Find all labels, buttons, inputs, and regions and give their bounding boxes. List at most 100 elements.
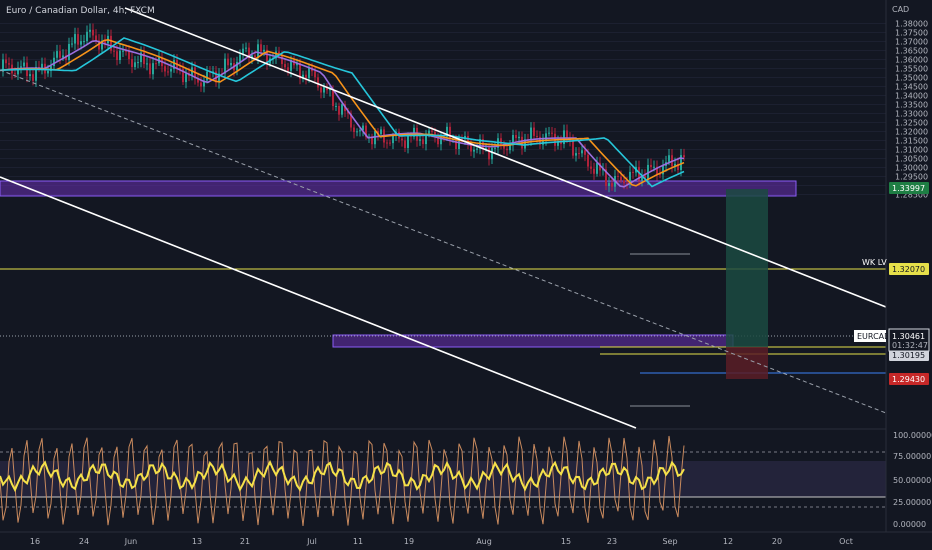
candle-body	[308, 67, 310, 79]
candle-body	[71, 43, 73, 45]
time-tick-label: 13	[192, 537, 202, 546]
candle-body	[401, 138, 403, 141]
candle-body	[503, 145, 505, 149]
candle-body	[518, 136, 520, 139]
candle-body	[32, 74, 34, 81]
candle-body	[113, 50, 115, 52]
stop-loss-zone	[726, 347, 768, 379]
level-mid-label: 1.30195	[892, 351, 925, 360]
price-axis[interactable]: 1.380001.375001.370001.365001.360001.355…	[895, 20, 928, 200]
candle-body	[47, 70, 49, 74]
countdown-label: 01:32:47	[892, 341, 928, 350]
candle-body	[359, 130, 361, 132]
time-tick-label: 19	[404, 537, 414, 546]
candle-body	[392, 135, 394, 144]
candle-body	[338, 105, 340, 115]
candle-body	[2, 59, 4, 71]
candle-body	[428, 130, 430, 134]
candle-body	[431, 130, 433, 132]
candle-body	[53, 57, 55, 67]
oscillator-tick-label: 100.00000	[893, 431, 932, 440]
candle-body	[263, 49, 265, 52]
candle-body	[476, 148, 478, 150]
level-top-label: 1.33997	[892, 184, 925, 193]
upper-supply-zone	[0, 180, 797, 197]
time-tick-label: 16	[30, 537, 40, 546]
candle-body	[68, 43, 70, 61]
candle-body	[566, 130, 568, 139]
candle-body	[206, 71, 208, 81]
lower-demand-zone	[332, 334, 734, 348]
candle-body	[59, 51, 61, 58]
candle-body	[134, 62, 136, 68]
oscillator-tick-label: 50.00000	[893, 476, 931, 485]
candle-body	[230, 62, 232, 66]
time-tick-label: Oct	[839, 537, 853, 546]
oscillator-tick-label: 75.00000	[893, 452, 931, 461]
time-tick-label: Jul	[306, 537, 317, 546]
candle-body	[611, 183, 613, 187]
candle-body	[617, 175, 619, 177]
time-tick-label: 15	[561, 537, 571, 546]
candle-body	[380, 129, 382, 135]
candle-body	[506, 148, 508, 151]
candle-body	[581, 150, 583, 154]
candle-body	[260, 44, 262, 52]
candle-body	[167, 71, 169, 73]
candle-body	[491, 148, 493, 160]
candle-body	[239, 54, 241, 62]
candle-body	[254, 55, 256, 58]
price-tick-label: 1.29500	[895, 173, 928, 182]
candle-body	[257, 44, 259, 58]
candle-body	[536, 135, 538, 137]
candle-body	[317, 77, 319, 88]
candle-body	[473, 149, 475, 152]
price-tick-label: 1.32500	[895, 119, 928, 128]
candle-body	[596, 162, 598, 174]
last-price-label: 1.30461	[892, 332, 925, 341]
price-tick-label: 1.30500	[895, 155, 928, 164]
candle-body	[422, 139, 424, 145]
candle-body	[653, 166, 655, 168]
time-tick-label: 20	[772, 537, 782, 546]
symbol-tag: EURCAD	[857, 332, 890, 341]
wk-lv-price-label: 1.32070	[892, 265, 925, 274]
chart-canvas[interactable]: Euro / Canadian Dollar, 4h, FXCM CAD 1.3…	[0, 0, 932, 550]
candle-body	[164, 66, 166, 72]
price-tick-label: 1.34000	[895, 92, 928, 101]
candle-body	[119, 50, 121, 61]
chart-title: Euro / Canadian Dollar, 4h, FXCM	[6, 6, 155, 16]
candle-body	[608, 183, 610, 186]
stop-price-label: 1.29430	[892, 375, 925, 384]
target-profit-zone	[726, 189, 768, 347]
candle-body	[575, 153, 577, 156]
candle-body	[590, 166, 592, 169]
candle-body	[533, 127, 535, 136]
candle-body	[20, 66, 22, 68]
time-tick-label: 21	[240, 537, 250, 546]
candle-body	[335, 105, 337, 107]
candle-body	[323, 86, 325, 93]
price-tick-label: 1.35500	[895, 65, 928, 74]
price-tick-label: 1.36500	[895, 47, 928, 56]
candle-body	[584, 150, 586, 155]
candle-body	[284, 64, 286, 68]
candle-body	[155, 63, 157, 65]
candle-body	[74, 34, 76, 44]
candle-body	[449, 126, 451, 140]
candle-body	[80, 41, 82, 45]
candle-body	[92, 29, 94, 36]
candle-body	[23, 62, 25, 67]
candle-body	[389, 142, 391, 144]
time-tick-label: Jun	[124, 537, 138, 546]
candle-body	[131, 59, 133, 68]
price-tick-label: 1.33500	[895, 101, 928, 110]
candle-body	[488, 147, 490, 160]
candle-body	[548, 132, 550, 134]
price-tick-label: 1.37000	[895, 38, 928, 47]
price-tick-label: 1.37500	[895, 29, 928, 38]
price-tick-label: 1.35000	[895, 74, 928, 83]
currency-label: CAD	[892, 5, 909, 14]
candle-body	[200, 82, 202, 87]
candle-body	[122, 50, 124, 52]
